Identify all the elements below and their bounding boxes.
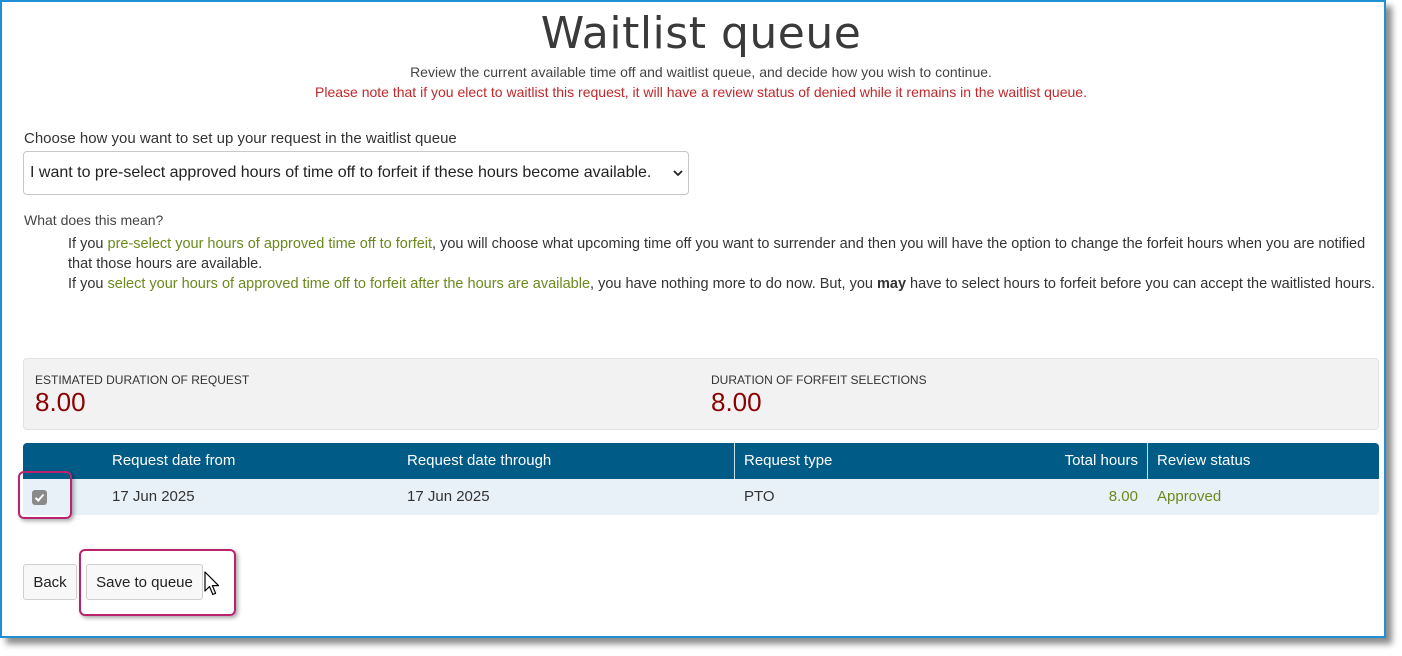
forfeit-duration-label: DURATION OF FORFEIT SELECTIONS — [711, 373, 927, 387]
waitlist-option-value: I want to pre-select approved hours of t… — [30, 164, 652, 181]
header-review-status: Review status — [1157, 452, 1251, 469]
cell-request-type: PTO — [744, 488, 775, 505]
checkbox-highlight — [18, 471, 72, 519]
p2-prefix: If you — [68, 276, 108, 292]
page-title: Waitlist queue — [540, 8, 862, 59]
cell-total-hours: 8.00 — [1108, 488, 1138, 505]
cell-date-through: 17 Jun 2025 — [407, 488, 490, 505]
duration-summary: ESTIMATED DURATION OF REQUEST 8.00 DURAT… — [23, 358, 1379, 430]
p2-mid: , you have nothing more to do now. But, … — [590, 276, 877, 292]
header-date-through: Request date through — [407, 452, 552, 469]
mouse-pointer-icon — [204, 571, 222, 602]
explanation-paragraph-1: If you pre-select your hours of approved… — [68, 234, 1383, 274]
cell-date-from: 17 Jun 2025 — [112, 488, 195, 505]
header-request-type: Request type — [744, 452, 833, 469]
p2-highlight: select your hours of approved time off t… — [107, 276, 591, 292]
header-date-from: Request date from — [112, 452, 236, 469]
explanation-text: If you pre-select your hours of approved… — [68, 234, 1383, 294]
waitlist-option-select[interactable]: I want to pre-select approved hours of t… — [23, 151, 689, 195]
estimated-duration-value: 8.00 — [35, 387, 86, 417]
forfeit-duration-value: 8.00 — [711, 387, 762, 417]
cell-review-status: Approved — [1157, 488, 1222, 505]
p1-highlight: pre-select your hours of approved time o… — [107, 236, 433, 252]
table-header: Request date from Request date through R… — [23, 443, 1379, 479]
chevron-down-icon — [673, 165, 683, 181]
explanation-paragraph-2: If you select your hours of approved tim… — [68, 274, 1383, 294]
estimated-duration-label: ESTIMATED DURATION OF REQUEST — [35, 373, 250, 387]
p1-prefix: If you — [68, 236, 108, 252]
explanation-heading: What does this mean? — [24, 212, 164, 228]
waitlist-warning: Please note that if you elect to waitlis… — [315, 84, 1087, 100]
waitlist-option-label: Choose how you want to set up your reque… — [24, 130, 457, 147]
p2-suffix: have to select hours to forfeit before y… — [906, 276, 1376, 292]
header-separator — [734, 443, 735, 479]
table-row[interactable]: 17 Jun 2025 17 Jun 2025 PTO 8.00 Approve… — [23, 479, 1379, 515]
page-subtitle: Review the current available time off an… — [410, 64, 992, 80]
back-button[interactable]: Back — [23, 564, 77, 600]
save-to-queue-button[interactable]: Save to queue — [86, 564, 203, 600]
p2-bold: may — [877, 276, 907, 292]
request-table: Request date from Request date through R… — [23, 443, 1379, 515]
header-separator — [1147, 443, 1148, 479]
header-total-hours: Total hours — [1064, 452, 1138, 469]
